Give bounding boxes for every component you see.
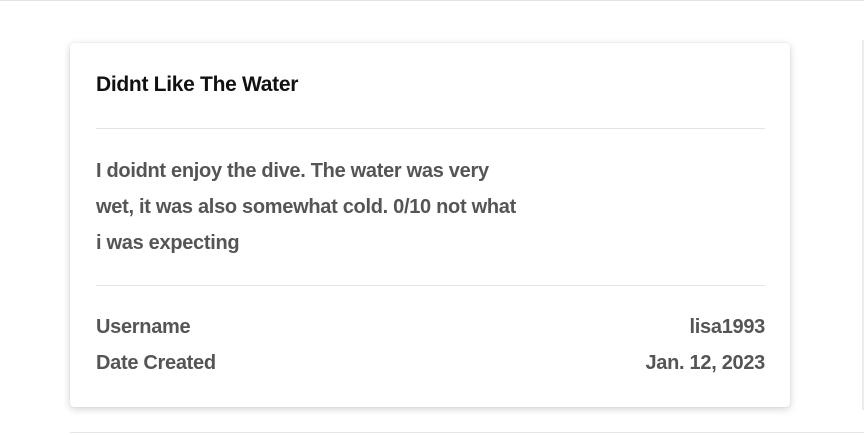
date-created-label: Date Created (96, 352, 216, 374)
review-body: I doidnt enjoy the dive. The water was v… (96, 160, 516, 254)
username-row: Username lisa1993 (96, 316, 765, 339)
title-divider (96, 128, 765, 129)
review-title: Didnt Like The Water (96, 73, 299, 96)
date-created-row: Date Created Jan. 12, 2023 (96, 352, 765, 375)
username-value: lisa1993 (689, 316, 766, 338)
review-card: Didnt Like The Water I doidnt enjoy the … (70, 43, 790, 407)
page: Didnt Like The Water I doidnt enjoy the … (0, 0, 864, 435)
body-divider (96, 285, 765, 286)
date-created-value: Jan. 12, 2023 (645, 352, 765, 374)
bottom-divider (70, 432, 864, 433)
top-divider (0, 0, 864, 1)
username-label: Username (96, 316, 191, 338)
